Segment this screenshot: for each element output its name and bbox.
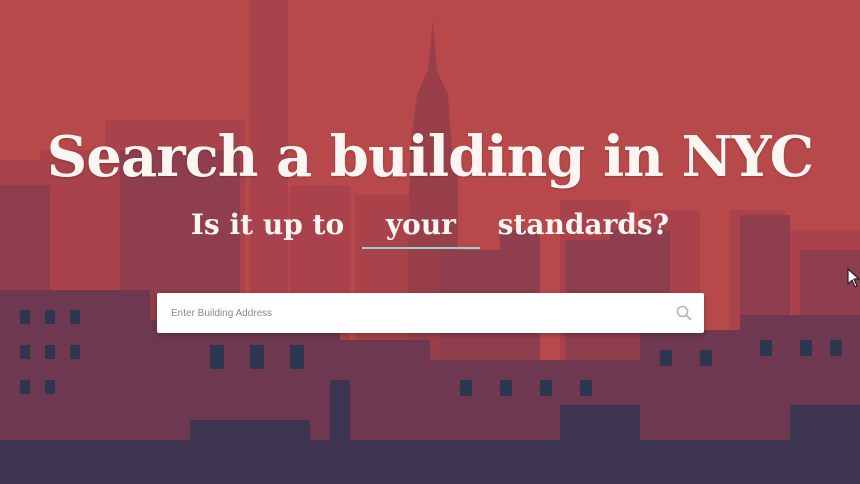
subtitle-prefix: Is it up to bbox=[190, 208, 345, 241]
hero-section: Search a building in NYC Is it up to you… bbox=[0, 0, 860, 484]
page-title: Search a building in NYC bbox=[46, 124, 814, 190]
subtitle: Is it up to your standards? bbox=[0, 203, 860, 249]
search-icon[interactable] bbox=[664, 293, 704, 333]
search-bar bbox=[157, 293, 704, 333]
subtitle-suffix: standards? bbox=[497, 208, 670, 241]
subtitle-blank-word: your bbox=[361, 203, 480, 249]
building-address-input[interactable] bbox=[157, 294, 664, 332]
mouse-cursor-icon bbox=[847, 268, 860, 288]
